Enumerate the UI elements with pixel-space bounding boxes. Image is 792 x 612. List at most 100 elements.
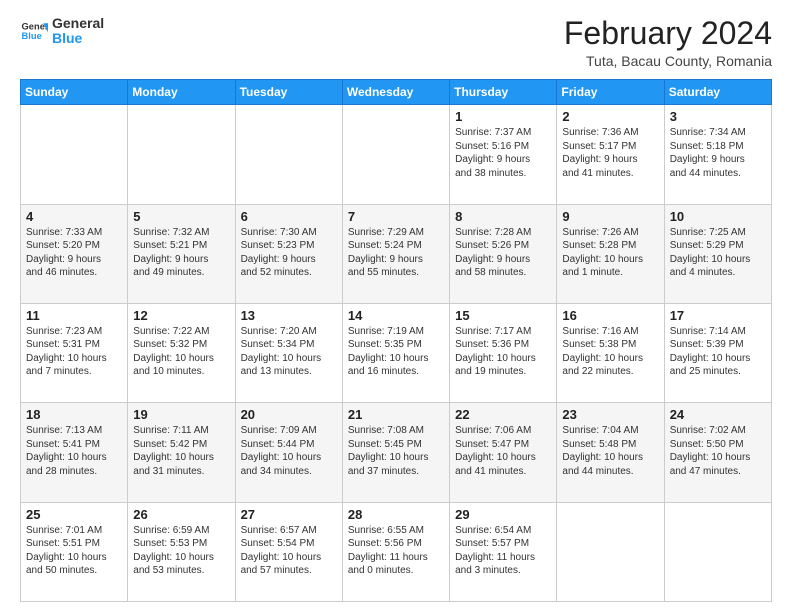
calendar-week-0: 1 Sunrise: 7:37 AM Sunset: 5:16 PM Daylig… bbox=[21, 105, 772, 204]
calendar-cell: 1 Sunrise: 7:37 AM Sunset: 5:16 PM Daylig… bbox=[450, 105, 557, 204]
logo-icon: General Blue bbox=[20, 17, 48, 45]
calendar-cell: 11 Sunrise: 7:23 AM Sunset: 5:31 PM Dayli… bbox=[21, 303, 128, 402]
cell-info: Sunrise: 7:02 AM Sunset: 5:50 PM Dayligh… bbox=[670, 424, 766, 478]
calendar-cell: 14 Sunrise: 7:19 AM Sunset: 5:35 PM Dayli… bbox=[342, 303, 449, 402]
calendar-week-1: 4Sunrise: 7:33 AM Sunset: 5:20 PM Daylig… bbox=[21, 204, 772, 303]
calendar-week-4: 25 Sunrise: 7:01 AM Sunset: 5:51 PM Dayli… bbox=[21, 502, 772, 601]
calendar-cell: 12 Sunrise: 7:22 AM Sunset: 5:32 PM Dayli… bbox=[128, 303, 235, 402]
cell-info: Sunrise: 7:17 AM Sunset: 5:36 PM Dayligh… bbox=[455, 325, 551, 379]
cell-day-number: 14 bbox=[348, 308, 444, 323]
cell-day-number: 6 bbox=[241, 209, 337, 224]
calendar-cell: 20Sunrise: 7:09 AM Sunset: 5:44 PM Dayli… bbox=[235, 403, 342, 502]
calendar-cell: 4Sunrise: 7:33 AM Sunset: 5:20 PM Daylig… bbox=[21, 204, 128, 303]
cell-info: Sunrise: 7:23 AM Sunset: 5:31 PM Dayligh… bbox=[26, 325, 122, 379]
calendar-header-saturday: Saturday bbox=[664, 80, 771, 105]
calendar-cell bbox=[235, 105, 342, 204]
calendar-cell: 8 Sunrise: 7:28 AM Sunset: 5:26 PM Daylig… bbox=[450, 204, 557, 303]
cell-day-number: 23 bbox=[562, 407, 658, 422]
calendar-week-2: 11 Sunrise: 7:23 AM Sunset: 5:31 PM Dayli… bbox=[21, 303, 772, 402]
cell-day-number: 19 bbox=[133, 407, 229, 422]
calendar-cell: 10 Sunrise: 7:25 AM Sunset: 5:29 PM Dayli… bbox=[664, 204, 771, 303]
calendar-cell bbox=[664, 502, 771, 601]
cell-info: Sunrise: 7:20 AM Sunset: 5:34 PM Dayligh… bbox=[241, 325, 337, 379]
cell-day-number: 5 bbox=[133, 209, 229, 224]
cell-info: Sunrise: 7:04 AM Sunset: 5:48 PM Dayligh… bbox=[562, 424, 658, 478]
cell-day-number: 21 bbox=[348, 407, 444, 422]
cell-info: Sunrise: 7:28 AM Sunset: 5:26 PM Dayligh… bbox=[455, 226, 551, 280]
title-block: February 2024 Tuta, Bacau County, Romani… bbox=[564, 16, 772, 69]
calendar-header-friday: Friday bbox=[557, 80, 664, 105]
calendar-header-row: SundayMondayTuesdayWednesdayThursdayFrid… bbox=[21, 80, 772, 105]
calendar-cell: 21 Sunrise: 7:08 AM Sunset: 5:45 PM Dayli… bbox=[342, 403, 449, 502]
cell-day-number: 7 bbox=[348, 209, 444, 224]
calendar-cell: 26 Sunrise: 6:59 AM Sunset: 5:53 PM Dayli… bbox=[128, 502, 235, 601]
cell-day-number: 16 bbox=[562, 308, 658, 323]
cell-info: Sunrise: 7:08 AM Sunset: 5:45 PM Dayligh… bbox=[348, 424, 444, 478]
calendar-cell: 28 Sunrise: 6:55 AM Sunset: 5:56 PM Dayli… bbox=[342, 502, 449, 601]
cell-day-number: 8 bbox=[455, 209, 551, 224]
cell-info: Sunrise: 6:57 AM Sunset: 5:54 PM Dayligh… bbox=[241, 524, 337, 578]
cell-info: Sunrise: 6:55 AM Sunset: 5:56 PM Dayligh… bbox=[348, 524, 444, 578]
cell-day-number: 12 bbox=[133, 308, 229, 323]
cell-info: Sunrise: 7:36 AM Sunset: 5:17 PM Dayligh… bbox=[562, 126, 658, 180]
calendar-cell: 5Sunrise: 7:32 AM Sunset: 5:21 PM Daylig… bbox=[128, 204, 235, 303]
calendar-cell: 23 Sunrise: 7:04 AM Sunset: 5:48 PM Dayli… bbox=[557, 403, 664, 502]
logo: General Blue General Blue bbox=[20, 16, 104, 47]
cell-info: Sunrise: 7:29 AM Sunset: 5:24 PM Dayligh… bbox=[348, 226, 444, 280]
cell-day-number: 10 bbox=[670, 209, 766, 224]
cell-day-number: 11 bbox=[26, 308, 122, 323]
cell-day-number: 29 bbox=[455, 507, 551, 522]
cell-day-number: 26 bbox=[133, 507, 229, 522]
calendar-cell: 13 Sunrise: 7:20 AM Sunset: 5:34 PM Dayli… bbox=[235, 303, 342, 402]
cell-info: Sunrise: 6:54 AM Sunset: 5:57 PM Dayligh… bbox=[455, 524, 551, 578]
cell-info: Sunrise: 7:13 AM Sunset: 5:41 PM Dayligh… bbox=[26, 424, 122, 478]
cell-info: Sunrise: 7:01 AM Sunset: 5:51 PM Dayligh… bbox=[26, 524, 122, 578]
calendar-cell: 9 Sunrise: 7:26 AM Sunset: 5:28 PM Daylig… bbox=[557, 204, 664, 303]
cell-day-number: 22 bbox=[455, 407, 551, 422]
cell-day-number: 13 bbox=[241, 308, 337, 323]
cell-info: Sunrise: 7:25 AM Sunset: 5:29 PM Dayligh… bbox=[670, 226, 766, 280]
cell-day-number: 18 bbox=[26, 407, 122, 422]
calendar-cell: 25 Sunrise: 7:01 AM Sunset: 5:51 PM Dayli… bbox=[21, 502, 128, 601]
calendar-cell: 22 Sunrise: 7:06 AM Sunset: 5:47 PM Dayli… bbox=[450, 403, 557, 502]
calendar-header-sunday: Sunday bbox=[21, 80, 128, 105]
calendar-cell: 18 Sunrise: 7:13 AM Sunset: 5:41 PM Dayli… bbox=[21, 403, 128, 502]
logo-general: General bbox=[52, 16, 104, 31]
cell-info: Sunrise: 7:22 AM Sunset: 5:32 PM Dayligh… bbox=[133, 325, 229, 379]
cell-info: Sunrise: 7:19 AM Sunset: 5:35 PM Dayligh… bbox=[348, 325, 444, 379]
calendar-header-tuesday: Tuesday bbox=[235, 80, 342, 105]
calendar-cell: 6Sunrise: 7:30 AM Sunset: 5:23 PM Daylig… bbox=[235, 204, 342, 303]
cell-day-number: 28 bbox=[348, 507, 444, 522]
cell-day-number: 1 bbox=[455, 109, 551, 124]
cell-day-number: 9 bbox=[562, 209, 658, 224]
calendar-cell bbox=[342, 105, 449, 204]
cell-day-number: 24 bbox=[670, 407, 766, 422]
calendar-cell: 17Sunrise: 7:14 AM Sunset: 5:39 PM Dayli… bbox=[664, 303, 771, 402]
month-title: February 2024 bbox=[564, 16, 772, 51]
calendar-cell: 19 Sunrise: 7:11 AM Sunset: 5:42 PM Dayli… bbox=[128, 403, 235, 502]
cell-info: Sunrise: 6:59 AM Sunset: 5:53 PM Dayligh… bbox=[133, 524, 229, 578]
calendar-cell: 2 Sunrise: 7:36 AM Sunset: 5:17 PM Daylig… bbox=[557, 105, 664, 204]
calendar-cell bbox=[128, 105, 235, 204]
cell-info: Sunrise: 7:26 AM Sunset: 5:28 PM Dayligh… bbox=[562, 226, 658, 280]
calendar-cell bbox=[21, 105, 128, 204]
location: Tuta, Bacau County, Romania bbox=[564, 53, 772, 69]
svg-text:Blue: Blue bbox=[22, 31, 42, 41]
cell-day-number: 20 bbox=[241, 407, 337, 422]
calendar-week-3: 18 Sunrise: 7:13 AM Sunset: 5:41 PM Dayli… bbox=[21, 403, 772, 502]
cell-info: Sunrise: 7:06 AM Sunset: 5:47 PM Dayligh… bbox=[455, 424, 551, 478]
cell-info: Sunrise: 7:34 AM Sunset: 5:18 PM Dayligh… bbox=[670, 126, 766, 180]
cell-day-number: 27 bbox=[241, 507, 337, 522]
calendar-header-thursday: Thursday bbox=[450, 80, 557, 105]
cell-info: Sunrise: 7:37 AM Sunset: 5:16 PM Dayligh… bbox=[455, 126, 551, 180]
cell-day-number: 25 bbox=[26, 507, 122, 522]
calendar-cell: 27 Sunrise: 6:57 AM Sunset: 5:54 PM Dayli… bbox=[235, 502, 342, 601]
cell-day-number: 3 bbox=[670, 109, 766, 124]
calendar-cell: 24 Sunrise: 7:02 AM Sunset: 5:50 PM Dayli… bbox=[664, 403, 771, 502]
cell-info: Sunrise: 7:11 AM Sunset: 5:42 PM Dayligh… bbox=[133, 424, 229, 478]
calendar-cell: 7 Sunrise: 7:29 AM Sunset: 5:24 PM Daylig… bbox=[342, 204, 449, 303]
calendar-cell: 16Sunrise: 7:16 AM Sunset: 5:38 PM Dayli… bbox=[557, 303, 664, 402]
cell-day-number: 2 bbox=[562, 109, 658, 124]
svg-text:General: General bbox=[22, 22, 48, 32]
cell-day-number: 15 bbox=[455, 308, 551, 323]
